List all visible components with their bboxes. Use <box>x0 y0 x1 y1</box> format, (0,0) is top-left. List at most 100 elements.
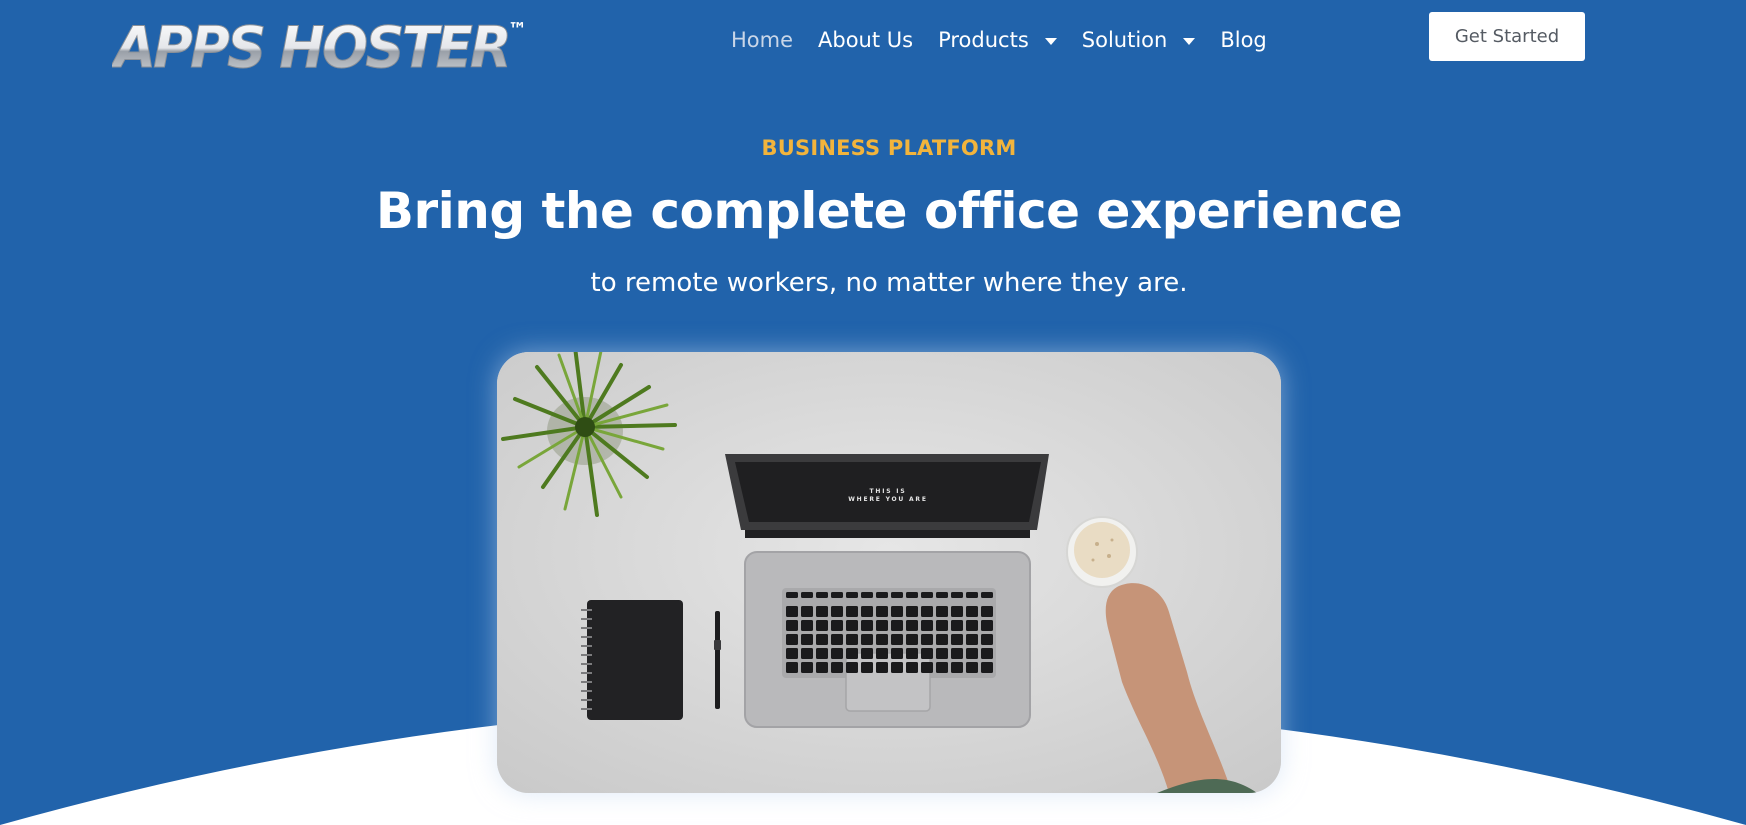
keyboard-key <box>786 606 798 617</box>
keyboard-key <box>786 620 798 631</box>
get-started-button[interactable]: Get Started <box>1429 12 1585 61</box>
keyboard-key <box>816 662 828 673</box>
keyboard-key <box>906 620 918 631</box>
keyboard-key <box>981 662 993 673</box>
laptop-screen-text-line1: THIS IS <box>870 488 907 495</box>
coffee-cup-image <box>1066 516 1138 588</box>
keyboard-key <box>951 592 963 598</box>
keyboard-key <box>816 606 828 617</box>
keyboard-key <box>891 606 903 617</box>
keyboard-key <box>921 592 933 598</box>
keyboard-key <box>981 606 993 617</box>
keyboard-key <box>906 662 918 673</box>
keyboard-key <box>891 592 903 598</box>
keyboard-key <box>831 662 843 673</box>
nav-item-solution[interactable]: Solution <box>1082 28 1196 52</box>
keyboard-key <box>981 620 993 631</box>
keyboard-key <box>801 592 813 598</box>
keyboard-key <box>801 648 813 659</box>
nav-item-about-us[interactable]: About Us <box>818 28 913 52</box>
keyboard-key <box>846 620 858 631</box>
keyboard-key <box>951 620 963 631</box>
keyboard-key <box>831 634 843 645</box>
caret-down-icon[interactable] <box>1183 37 1196 45</box>
keyboard-key <box>906 592 918 598</box>
hero-headline: Bring the complete office experience <box>375 182 1403 240</box>
keyboard-key <box>786 648 798 659</box>
keyboard-key <box>936 606 948 617</box>
nav-item-blog[interactable]: Blog <box>1220 28 1266 52</box>
keyboard-key <box>846 648 858 659</box>
keyboard-key <box>981 648 993 659</box>
keyboard-key <box>876 648 888 659</box>
keyboard-key <box>936 648 948 659</box>
keyboard-key <box>801 606 813 617</box>
logo-wordmark: APPS HOSTER <box>112 15 509 74</box>
keyboard-key <box>876 634 888 645</box>
keyboard-key <box>831 620 843 631</box>
keyboard-key <box>966 592 978 598</box>
keyboard-key <box>831 606 843 617</box>
keyboard-key <box>981 592 993 598</box>
keyboard-key <box>891 634 903 645</box>
keyboard-key <box>846 592 858 598</box>
nav-item-products[interactable]: Products <box>938 28 1057 52</box>
keyboard-key <box>846 662 858 673</box>
keyboard-key <box>816 592 828 598</box>
keyboard-key <box>951 606 963 617</box>
keyboard-key <box>966 648 978 659</box>
keyboard-key <box>936 662 948 673</box>
keyboard-key <box>906 606 918 617</box>
hero-eyebrow: BUSINESS PLATFORM <box>761 136 1017 160</box>
keyboard-key <box>861 648 873 659</box>
keyboard-key <box>876 592 888 598</box>
keyboard-key <box>951 634 963 645</box>
keyboard-key <box>966 662 978 673</box>
keyboard-key <box>891 648 903 659</box>
notebook-image <box>581 600 683 720</box>
keyboard-key <box>966 634 978 645</box>
keyboard-key <box>876 620 888 631</box>
keyboard-key <box>816 634 828 645</box>
keyboard-key <box>816 620 828 631</box>
keyboard-key <box>801 620 813 631</box>
keyboard-key <box>921 620 933 631</box>
laptop-image: THIS IS WHERE YOU ARE <box>725 454 1049 728</box>
keyboard-key <box>846 606 858 617</box>
keyboard-key <box>981 634 993 645</box>
keyboard-key <box>966 606 978 617</box>
keyboard-key <box>861 634 873 645</box>
keyboard-key <box>921 606 933 617</box>
keyboard-key <box>861 606 873 617</box>
keyboard-key <box>861 620 873 631</box>
nav-item-about-us-label: About Us <box>818 28 914 52</box>
keyboard-key <box>921 648 933 659</box>
keyboard-key <box>951 648 963 659</box>
keyboard-key <box>801 662 813 673</box>
keyboard-key <box>906 648 918 659</box>
keyboard-key <box>936 634 948 645</box>
keyboard-key <box>876 662 888 673</box>
caret-down-icon[interactable] <box>1044 37 1057 45</box>
hero-image: THIS IS WHERE YOU ARE <box>497 352 1281 793</box>
keyboard-key <box>786 662 798 673</box>
keyboard-key <box>891 620 903 631</box>
laptop-screen-text-line2: WHERE YOU ARE <box>848 496 928 503</box>
nav-item-home[interactable]: Home <box>731 28 793 52</box>
keyboard-key <box>786 592 798 598</box>
keyboard-key <box>921 662 933 673</box>
keyboard-key <box>876 606 888 617</box>
keyboard-key <box>891 662 903 673</box>
nav-item-products-label: Products <box>938 28 1029 52</box>
keyboard-key <box>861 592 873 598</box>
hero-subheadline: to remote workers, no matter where they … <box>590 268 1188 298</box>
keyboard-key <box>936 592 948 598</box>
keyboard-key <box>846 634 858 645</box>
keyboard-key <box>966 620 978 631</box>
keyboard-key <box>951 662 963 673</box>
keyboard-key <box>831 592 843 598</box>
nav-item-home-label: Home <box>731 28 794 52</box>
keyboard-key <box>801 634 813 645</box>
apps-hoster-logo[interactable]: APPS HOSTER ™ <box>112 12 532 75</box>
main-nav: Home About Us Products Solution Blog <box>731 28 1292 52</box>
